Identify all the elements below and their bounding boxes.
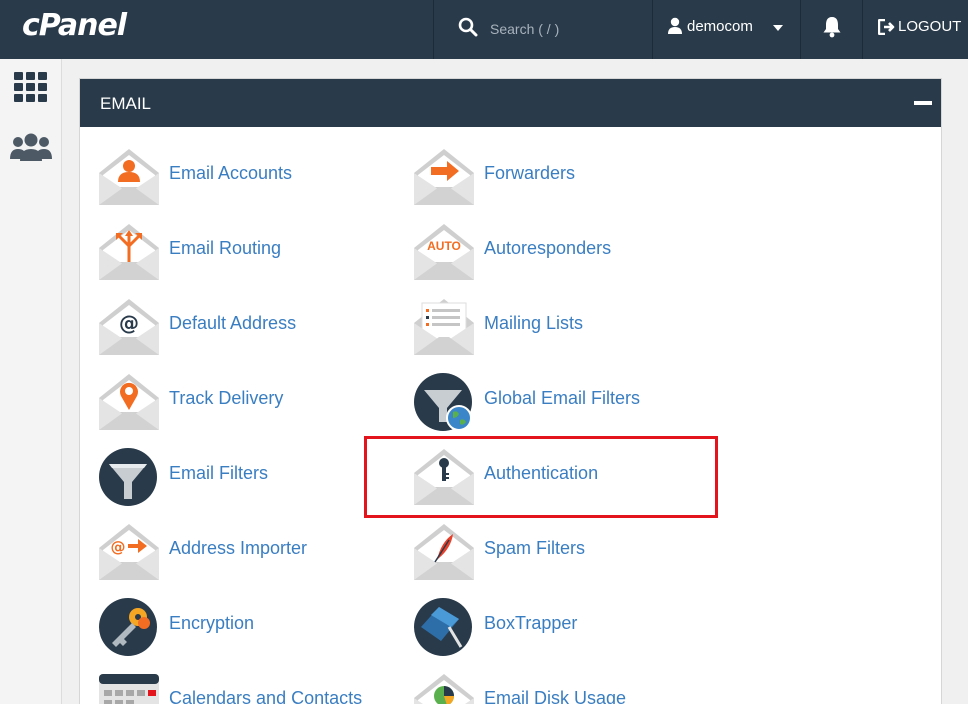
- sidebar-item-users[interactable]: [8, 127, 54, 171]
- item-label: Track Delivery: [169, 388, 284, 408]
- search-icon: [458, 17, 478, 37]
- envelope-routing-icon: [99, 224, 159, 280]
- item-label: Calendars and Contacts: [169, 688, 363, 704]
- forwarders-link[interactable]: Forwarders: [413, 145, 693, 209]
- item-label: Address Importer: [169, 538, 308, 558]
- chevron-down-icon: [773, 25, 783, 31]
- envelope-import-icon: @: [99, 524, 159, 580]
- envelope-auto-icon: AUTO: [414, 224, 474, 280]
- track-delivery-link[interactable]: Track Delivery: [98, 370, 378, 434]
- left-sidebar: [0, 59, 62, 704]
- highlight-box: [364, 436, 718, 518]
- autoresponders-link[interactable]: AUTO Autoresponders: [413, 220, 693, 284]
- svg-text:@: @: [111, 538, 126, 556]
- encryption-link[interactable]: Encryption: [98, 595, 378, 659]
- top-bar: cPanel democom LOGOUT: [0, 0, 968, 59]
- envelope-list-icon: [414, 299, 474, 355]
- email-accounts-link[interactable]: Email Accounts: [98, 145, 378, 209]
- logout-button[interactable]: LOGOUT: [862, 0, 968, 59]
- email-disk-usage-link[interactable]: Email Disk Usage: [413, 670, 693, 704]
- collapse-icon[interactable]: [914, 101, 932, 105]
- item-label: Forwarders: [484, 163, 576, 183]
- envelope-user-icon: [99, 149, 159, 205]
- item-label: Encryption: [169, 613, 255, 633]
- search-input[interactable]: [490, 18, 640, 40]
- cpanel-logo[interactable]: cPanel: [22, 8, 127, 43]
- calendar-icon: [99, 674, 159, 704]
- funnel-icon: [99, 448, 157, 506]
- item-label: BoxTrapper: [484, 613, 578, 633]
- notifications-button[interactable]: [800, 0, 862, 59]
- default-address-link[interactable]: @ Default Address: [98, 295, 378, 359]
- svg-text:@: @: [119, 311, 139, 335]
- svg-text:AUTO: AUTO: [427, 239, 461, 253]
- funnel-globe-icon: [414, 373, 472, 431]
- item-label: Default Address: [169, 313, 297, 333]
- email-panel: EMAIL Email Accounts Forwarders Email Ro…: [79, 78, 942, 704]
- logout-label: LOGOUT: [898, 18, 962, 35]
- sidebar-item-tools[interactable]: [8, 69, 54, 113]
- item-label: Email Disk Usage: [484, 688, 627, 704]
- item-label: Global Email Filters: [484, 388, 641, 408]
- panel-header[interactable]: EMAIL: [80, 79, 941, 127]
- global-email-filters-link[interactable]: Global Email Filters: [413, 370, 693, 434]
- users-icon: [10, 133, 52, 161]
- envelope-pin-icon: [99, 374, 159, 430]
- envelope-feather-icon: [414, 524, 474, 580]
- address-importer-link[interactable]: @ Address Importer: [98, 520, 378, 584]
- envelope-at-icon: @: [99, 299, 159, 355]
- box-trap-icon: [414, 598, 472, 656]
- email-routing-link[interactable]: Email Routing: [98, 220, 378, 284]
- item-label: Mailing Lists: [484, 313, 584, 333]
- item-label: Email Routing: [169, 238, 282, 258]
- item-label: Autoresponders: [484, 238, 612, 258]
- search-box[interactable]: [434, 0, 652, 59]
- mailing-lists-link[interactable]: Mailing Lists: [413, 295, 693, 359]
- envelope-arrow-icon: [414, 149, 474, 205]
- bell-icon: [823, 17, 841, 38]
- logout-icon: [878, 19, 895, 35]
- item-label: Email Filters: [169, 463, 269, 483]
- user-menu[interactable]: democom: [652, 0, 800, 59]
- apps-grid-icon: [14, 72, 47, 102]
- username: democom: [687, 18, 753, 35]
- keys-icon: [99, 598, 157, 656]
- spam-filters-link[interactable]: Spam Filters: [413, 520, 693, 584]
- item-label: Spam Filters: [484, 538, 586, 558]
- user-icon: [668, 17, 682, 34]
- email-filters-link[interactable]: Email Filters: [98, 445, 378, 509]
- envelope-pie-icon: [414, 674, 474, 704]
- calendars-contacts-link[interactable]: Calendars and Contacts: [98, 670, 378, 704]
- item-label: Email Accounts: [169, 163, 293, 183]
- panel-title: EMAIL: [100, 94, 152, 113]
- boxtrapper-link[interactable]: BoxTrapper: [413, 595, 693, 659]
